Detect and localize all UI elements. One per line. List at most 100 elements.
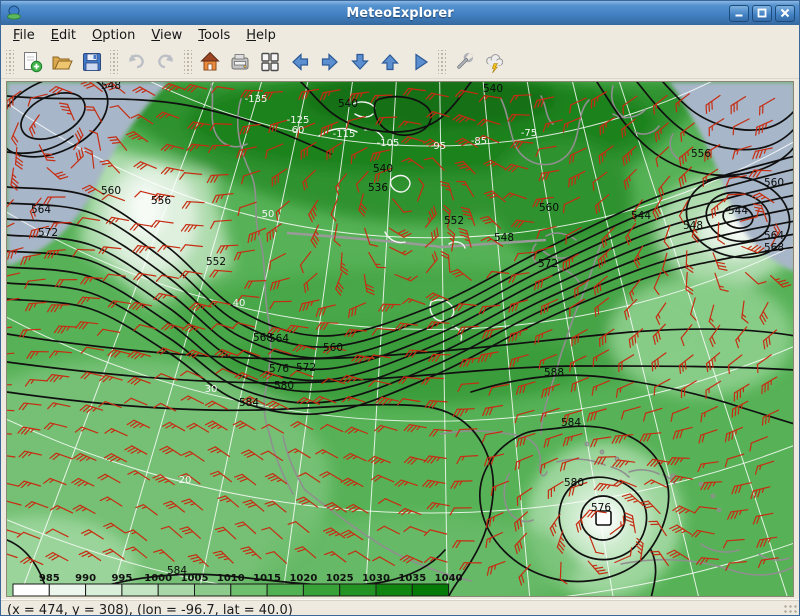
svg-text:1015: 1015	[253, 573, 281, 584]
redo-button[interactable]	[151, 48, 181, 76]
minimize-button[interactable]	[729, 5, 749, 22]
menu-view[interactable]: View	[143, 27, 190, 44]
svg-text:580: 580	[564, 477, 584, 489]
map-viewport: 9859909951000100510101015102010251030103…	[6, 81, 794, 597]
svg-text:556: 556	[691, 148, 711, 160]
toolbar-grip[interactable]	[6, 50, 14, 74]
svg-text:20: 20	[179, 475, 192, 486]
toolbar-grip[interactable]	[184, 50, 192, 74]
save-button[interactable]	[77, 48, 107, 76]
app-window: MeteoExplorer File Edit Option View Tool…	[0, 0, 800, 616]
close-icon	[779, 7, 791, 19]
snapshot-icon	[228, 50, 252, 74]
title-bar[interactable]: MeteoExplorer	[1, 1, 799, 25]
svg-text:995: 995	[111, 573, 132, 584]
undo-icon	[124, 50, 148, 74]
svg-text:1035: 1035	[398, 573, 426, 584]
svg-text:-135: -135	[245, 94, 268, 105]
svg-text:580: 580	[274, 380, 294, 392]
svg-text:1010: 1010	[217, 573, 245, 584]
svg-text:30: 30	[205, 384, 218, 395]
toolbar-grip[interactable]	[438, 50, 446, 74]
menu-file[interactable]: File	[5, 27, 43, 44]
status-bar: (x = 474, y = 308), (lon = -96.7, lat = …	[1, 599, 799, 616]
save-floppy-icon	[80, 50, 104, 74]
storm-button[interactable]	[479, 48, 509, 76]
menu-option[interactable]: Option	[84, 27, 143, 44]
menu-edit[interactable]: Edit	[43, 27, 84, 44]
svg-text:560: 560	[764, 177, 784, 189]
arrow-left-icon	[288, 50, 312, 74]
svg-text:548: 548	[683, 220, 703, 232]
undo-button[interactable]	[121, 48, 151, 76]
tile-windows-icon	[258, 50, 282, 74]
svg-text:544: 544	[728, 205, 748, 217]
svg-text:-75: -75	[521, 128, 537, 139]
step-up-button[interactable]	[375, 48, 405, 76]
svg-text:568: 568	[764, 242, 784, 254]
redo-icon	[154, 50, 178, 74]
toolbar	[1, 45, 799, 79]
menu-tools[interactable]: Tools	[190, 27, 238, 44]
resize-grip[interactable]	[783, 604, 797, 616]
svg-text:990: 990	[75, 573, 96, 584]
new-document-icon	[20, 50, 44, 74]
play-button[interactable]	[405, 48, 435, 76]
step-right-button[interactable]	[315, 48, 345, 76]
svg-text:540: 540	[373, 163, 393, 175]
open-button[interactable]	[47, 48, 77, 76]
svg-text:1020: 1020	[289, 573, 317, 584]
svg-text:544: 544	[631, 210, 651, 222]
svg-text:552: 552	[206, 256, 226, 268]
wrench-icon	[452, 50, 476, 74]
maximize-button[interactable]	[752, 5, 772, 22]
svg-text:552: 552	[444, 215, 464, 227]
new-button[interactable]	[17, 48, 47, 76]
settings-button[interactable]	[449, 48, 479, 76]
maximize-icon	[756, 7, 768, 19]
map-canvas[interactable]: 9859909951000100510101015102010251030103…	[7, 82, 793, 596]
arrow-right-icon	[318, 50, 342, 74]
svg-text:548: 548	[101, 82, 121, 92]
svg-text:584: 584	[561, 417, 581, 429]
svg-text:1030: 1030	[362, 573, 390, 584]
menu-help[interactable]: Help	[238, 27, 284, 44]
arrow-up-icon	[378, 50, 402, 74]
step-left-button[interactable]	[285, 48, 315, 76]
svg-text:985: 985	[39, 573, 60, 584]
svg-text:50: 50	[262, 209, 275, 220]
window-title: MeteoExplorer	[1, 6, 799, 21]
toolbar-grip[interactable]	[110, 50, 118, 74]
svg-text:556: 556	[151, 195, 171, 207]
tile-windows-button[interactable]	[255, 48, 285, 76]
snapshot-button[interactable]	[225, 48, 255, 76]
svg-text:-115: -115	[333, 129, 356, 140]
svg-text:572: 572	[538, 258, 558, 270]
svg-text:-95: -95	[430, 141, 446, 152]
svg-text:536: 536	[368, 182, 388, 194]
svg-text:576: 576	[591, 502, 611, 514]
svg-text:-105: -105	[377, 138, 400, 149]
svg-text:548: 548	[494, 232, 514, 244]
svg-text:564: 564	[764, 230, 784, 242]
svg-text:572: 572	[296, 362, 316, 374]
svg-text:564: 564	[269, 333, 289, 345]
svg-text:588: 588	[544, 367, 564, 379]
svg-text:560: 560	[101, 185, 121, 197]
svg-text:1025: 1025	[326, 573, 354, 584]
svg-text:40: 40	[233, 298, 246, 309]
close-button[interactable]	[775, 5, 795, 22]
svg-text:576: 576	[269, 363, 289, 375]
home-button[interactable]	[195, 48, 225, 76]
home-icon	[198, 50, 222, 74]
svg-text:560: 560	[323, 342, 343, 354]
svg-text:572: 572	[38, 227, 58, 239]
svg-text:584: 584	[167, 565, 187, 577]
step-down-button[interactable]	[345, 48, 375, 76]
minimize-icon	[733, 7, 745, 19]
svg-text:-85: -85	[471, 136, 487, 147]
storm-cloud-icon	[482, 50, 506, 74]
svg-text:540: 540	[338, 98, 358, 110]
svg-text:564: 564	[31, 204, 51, 216]
open-folder-icon	[50, 50, 74, 74]
